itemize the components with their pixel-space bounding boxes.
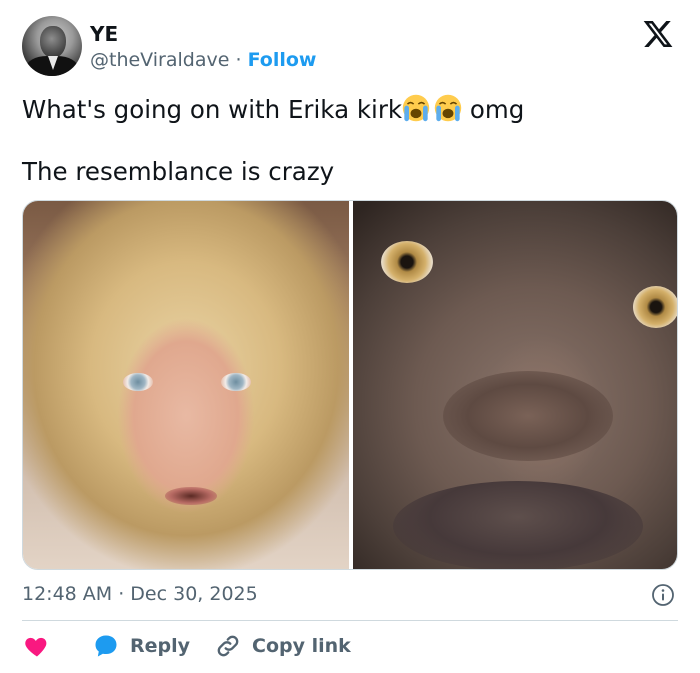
- right-photo-mouth: [393, 481, 643, 569]
- man-face-photo[interactable]: [353, 201, 677, 569]
- tweet-line-2: The resemblance is crazy: [22, 157, 335, 186]
- follow-button[interactable]: Follow: [248, 49, 317, 71]
- action-bar: Reply Copy link: [22, 632, 678, 662]
- copy-link-label: Copy link: [252, 635, 351, 657]
- tweet-card: YE @theViraldave · Follow What's going o…: [0, 0, 700, 673]
- reply-label: Reply: [130, 635, 191, 657]
- media-grid: [22, 200, 678, 570]
- x-logo-icon[interactable]: [641, 18, 675, 50]
- tweet-timestamp[interactable]: 12:48 AM · Dec 30, 2025: [22, 583, 258, 605]
- left-photo-mouth: [165, 487, 217, 505]
- loudly-crying-face-icon: [434, 94, 462, 122]
- reply-button[interactable]: Reply: [92, 632, 190, 660]
- tweet-line-1: What's going on with Erika kirk omg: [22, 94, 682, 125]
- right-photo-eye-right: [633, 286, 677, 328]
- copy-link-button[interactable]: Copy link: [214, 632, 351, 660]
- author-avatar[interactable]: [22, 16, 82, 76]
- tweet-text-after-emoji: omg: [462, 95, 525, 124]
- reply-bubble-icon: [95, 635, 117, 657]
- like-button[interactable]: [22, 632, 52, 660]
- tweet-text-before-emoji: What's going on with Erika kirk: [22, 95, 403, 124]
- left-photo-eye-left: [123, 373, 153, 391]
- author-display-name[interactable]: YE: [90, 22, 118, 46]
- left-photo-eye-right: [221, 373, 251, 391]
- actions-divider: [22, 620, 678, 621]
- author-handle-row: @theViraldave · Follow: [90, 49, 316, 71]
- tweet-body: What's going on with Erika kirk omg The …: [22, 94, 682, 187]
- link-icon: [217, 635, 239, 657]
- right-photo-nose: [443, 371, 613, 461]
- info-icon[interactable]: [651, 583, 675, 607]
- heart-icon: [25, 637, 47, 657]
- handle-separator: ·: [235, 49, 242, 71]
- avatar-face: [40, 26, 66, 58]
- loudly-crying-face-icon: [402, 94, 430, 122]
- woman-face-photo[interactable]: [23, 201, 349, 569]
- author-handle[interactable]: @theViraldave: [90, 49, 229, 71]
- right-photo-eye-left: [381, 241, 433, 283]
